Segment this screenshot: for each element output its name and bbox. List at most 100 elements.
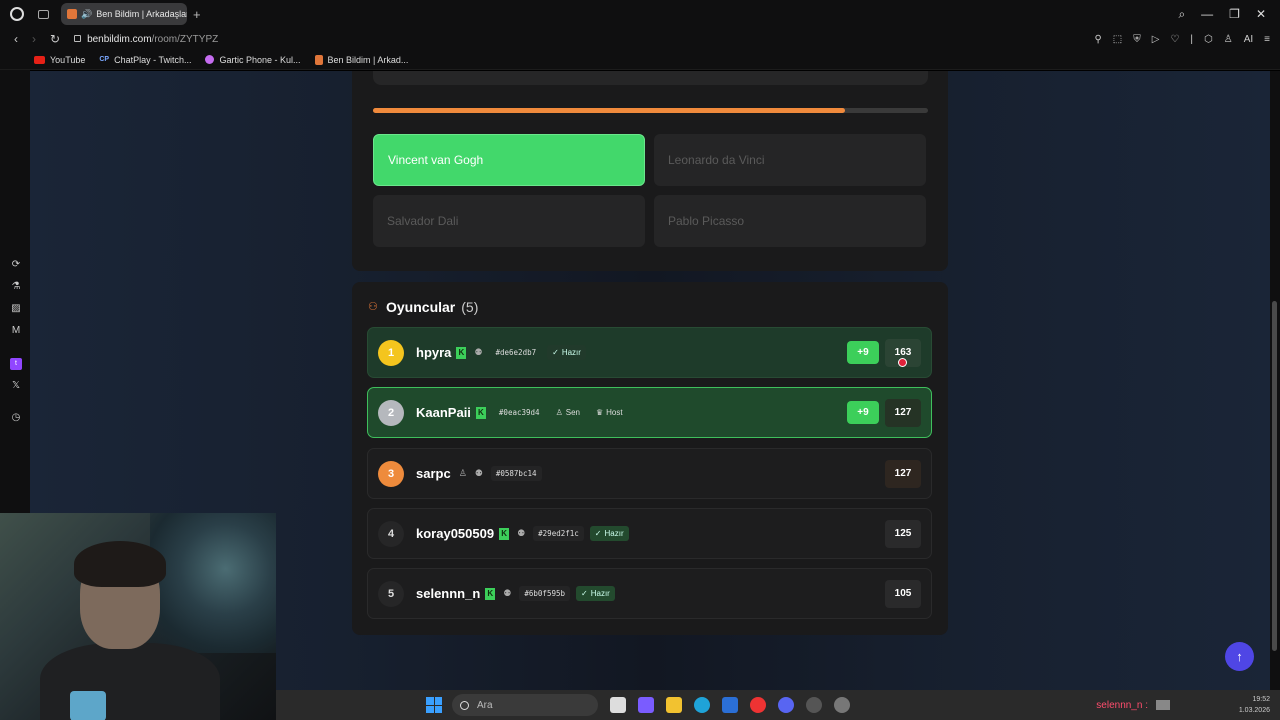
screen: 🔊 Ben Bildim | Arkadaşlar × + ⌕ — ❐ ✕ ‹ … — [0, 0, 1280, 720]
store-icon[interactable] — [722, 697, 738, 713]
ready-badge: ✓ Hazır — [547, 345, 586, 360]
kick-icon[interactable]: K — [485, 587, 496, 600]
window-controls: ⌕ — ❐ ✕ — [1178, 7, 1266, 22]
new-tab-button[interactable]: + — [193, 7, 201, 22]
tab-title: Ben Bildim | Arkadaşlar — [96, 9, 187, 19]
browser-tabbar: 🔊 Ben Bildim | Arkadaşlar × + ⌕ — ❐ ✕ — [0, 0, 1280, 28]
workspace-icon[interactable]: ⚗ — [10, 281, 22, 293]
rank-badge: 4 — [378, 520, 404, 547]
copilot-icon[interactable] — [638, 697, 654, 713]
back-icon[interactable]: ‹ — [14, 32, 18, 46]
steam-icon[interactable] — [806, 697, 822, 713]
kick-user-icon[interactable]: ⚉ — [503, 588, 511, 599]
heart-icon[interactable]: ♡ — [1170, 34, 1179, 45]
kick-user-icon[interactable]: ⚉ — [517, 528, 525, 539]
flow-icon[interactable]: ▨ — [10, 303, 22, 315]
answer-option-4[interactable]: Pablo Picasso — [654, 195, 926, 247]
answer-option-2[interactable]: Leonardo da Vinci — [654, 134, 926, 186]
edge-icon[interactable] — [694, 697, 710, 713]
player-row-self: 2 KaanPaii K #0eac39d4 ♙ Sen ♛ Host +9 127 — [367, 387, 932, 438]
clock-date: 1.03.2026 — [1238, 707, 1270, 714]
arrow-up-icon: ↑ — [1236, 649, 1243, 664]
bookmark-youtube[interactable]: YouTube — [34, 55, 85, 65]
bookmark-label: ChatPlay - Twitch... — [114, 54, 192, 65]
benbildim-favicon-icon — [67, 9, 77, 19]
minimize-icon[interactable]: — — [1201, 7, 1213, 22]
answer-option-1[interactable]: Vincent van Gogh — [373, 134, 645, 186]
kick-user-icon[interactable]: ⚉ — [474, 347, 482, 358]
player-row: 4 koray050509 K ⚉ #29ed2f1c ✓ Hazır 125 — [367, 508, 932, 559]
restore-icon[interactable]: ❐ — [1229, 7, 1240, 22]
tab-islands-icon[interactable] — [38, 9, 49, 19]
gartic-icon — [205, 55, 215, 64]
opera-taskbar-icon[interactable] — [750, 697, 766, 713]
chat-user-label: selennn_n : — [1096, 699, 1148, 711]
aria-ai-button[interactable]: AI — [1244, 34, 1253, 45]
taskbar-search[interactable]: Ara — [452, 694, 598, 716]
bonus-points: +9 — [847, 401, 879, 424]
toolbar-icons: ⚲ ⬚ ⛨ ▷ ♡ | ⬡ ♙ AI ≡ — [1094, 34, 1270, 45]
obs-icon[interactable] — [834, 697, 850, 713]
browser-tab-active[interactable]: 🔊 Ben Bildim | Arkadaşlar × — [61, 3, 187, 25]
forward-icon[interactable]: › — [32, 32, 36, 46]
bookmark-label: Gartic Phone - Kul... — [219, 54, 301, 65]
scroll-thumb[interactable] — [1272, 301, 1277, 651]
question-card: Vincent van Gogh Leonardo da Vinci Salva… — [352, 71, 948, 271]
bookmark-benbildim[interactable]: Ben Bildim | Arkad... — [314, 54, 408, 65]
url-field[interactable]: benbildim.com/room/ZYTYPZ — [74, 34, 218, 45]
file-explorer-icon[interactable] — [666, 697, 682, 713]
player-row: 3 sarpc ♙ ⚉ #0587bc14 127 — [367, 448, 932, 499]
close-window-icon[interactable]: ✕ — [1256, 7, 1266, 22]
clock-icon[interactable]: ◷ — [10, 412, 22, 424]
kick-icon[interactable]: K — [456, 346, 467, 359]
adblock-shield-icon[interactable]: ⛨ — [1133, 34, 1141, 45]
cup — [70, 691, 106, 720]
bookmarks-bar: YouTube CP ChatPlay - Twitch... Gartic Ph… — [0, 50, 1280, 70]
bookmark-gartic[interactable]: Gartic Phone - Kul... — [205, 54, 301, 65]
snapshot-icon[interactable]: ⬚ — [1113, 34, 1122, 45]
user-icon: ♙ — [458, 468, 467, 478]
opera-logo-icon[interactable] — [10, 7, 24, 21]
ready-badge: ✓ Hazır — [576, 586, 615, 601]
messenger-icon[interactable]: M — [10, 325, 22, 337]
player-name: selennn_n — [416, 586, 481, 601]
system-clock[interactable]: 19:52 1.03.2026 — [1239, 694, 1270, 716]
task-view-icon[interactable] — [610, 697, 626, 713]
player-row: 1 hpyra K ⚉ #de6e2db7 ✓ Hazır +9 163 — [367, 327, 932, 378]
windows-start-icon[interactable] — [426, 697, 442, 713]
menu-icon[interactable]: ≡ — [1264, 34, 1270, 45]
player-tag: #29ed2f1c — [533, 526, 584, 541]
rank-badge: 3 — [378, 460, 404, 487]
lock-icon — [74, 34, 82, 42]
ready-badge: ✓ Hazır — [589, 526, 629, 541]
speaker-icon: 🔊 — [81, 8, 93, 19]
players-count: (5) — [461, 299, 479, 315]
scroll-to-top-button[interactable]: ↑ — [1225, 642, 1254, 671]
windows-taskbar: Ara selennn_n : 19:52 1.03.2026 — [276, 690, 1280, 720]
user-icon: ♙ — [555, 408, 563, 417]
answer-label: Pablo Picasso — [668, 214, 745, 228]
play-icon[interactable]: ▷ — [1152, 34, 1160, 45]
extensions-icon[interactable]: ⬡ — [1204, 34, 1213, 45]
pin-icon[interactable]: ⚲ — [1094, 34, 1101, 45]
reload-icon[interactable]: ↻ — [50, 32, 60, 46]
benbildim-icon — [314, 54, 323, 65]
divider: | — [1190, 33, 1193, 45]
twitch-icon[interactable]: t — [10, 358, 22, 370]
kick-icon[interactable]: K — [499, 527, 510, 540]
check-circle-icon: ✓ — [552, 348, 559, 357]
discord-icon[interactable] — [778, 697, 794, 713]
players-card: ⚇ Oyuncular (5) 1 hpyra K ⚉ #de6e2db7 ✓ H… — [352, 282, 948, 635]
profile-icon[interactable]: ♙ — [1224, 34, 1233, 45]
kick-user-icon[interactable]: ⚉ — [475, 468, 483, 479]
bookmark-chatplay[interactable]: CP ChatPlay - Twitch... — [99, 55, 191, 65]
kick-icon[interactable]: K — [475, 406, 486, 419]
bonus-points: +9 — [847, 341, 879, 364]
x-icon[interactable]: 𝕏 — [10, 380, 22, 392]
history-refresh-icon[interactable]: ⟳ — [10, 259, 22, 271]
badge-label: Sen — [565, 408, 580, 417]
answer-option-3[interactable]: Salvador Dali — [373, 195, 645, 247]
page-scrollbar[interactable] — [1270, 71, 1280, 690]
answer-label: Salvador Dali — [387, 214, 459, 228]
search-tabs-icon[interactable]: ⌕ — [1178, 7, 1185, 22]
